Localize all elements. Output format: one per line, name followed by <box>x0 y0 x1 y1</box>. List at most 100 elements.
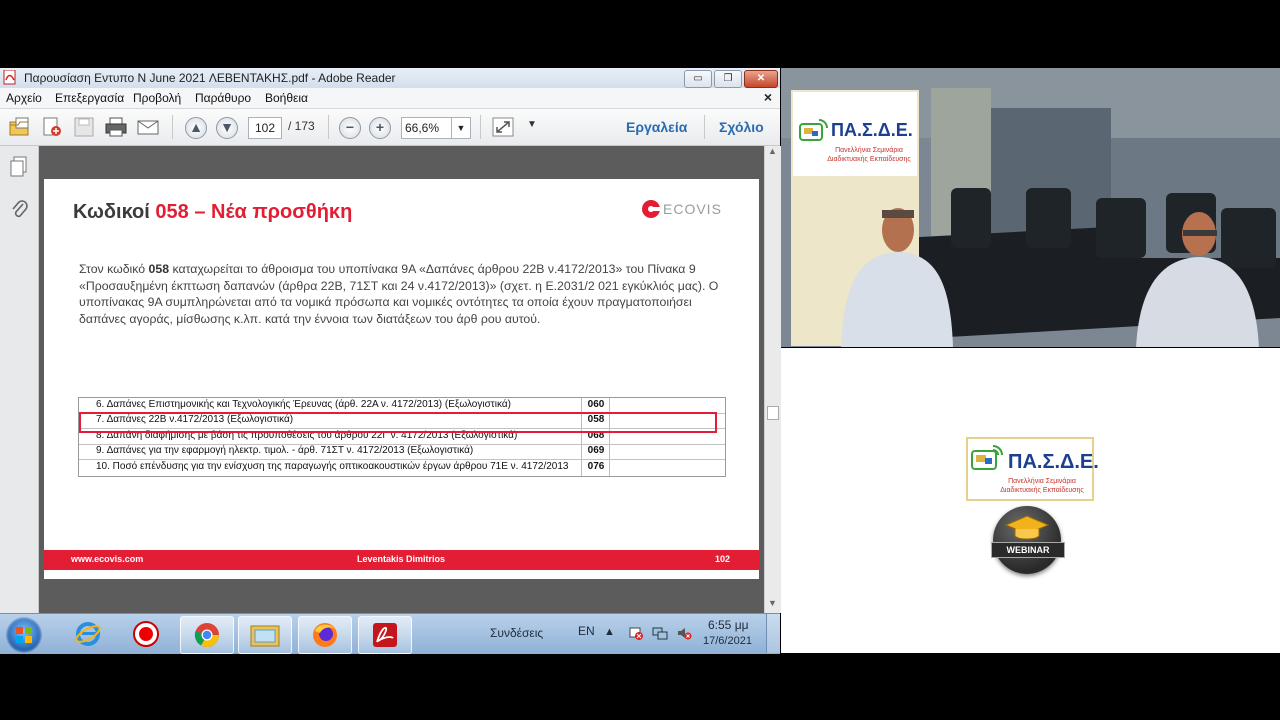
slide-title: Κωδικοί 058 – Νέα προσθήκη <box>73 201 352 224</box>
pdf-file-icon <box>3 70 16 85</box>
tools-link[interactable]: Εργαλεία <box>626 119 687 135</box>
graduation-cap-icon <box>1005 515 1049 540</box>
pasde-subtitle-line2: Διαδικτυακής Εκπαίδευσης <box>827 156 911 163</box>
open-folder-icon[interactable] <box>8 116 32 138</box>
table-divider <box>609 398 610 476</box>
fit-page-icon[interactable] <box>491 116 515 138</box>
toolbar-separator <box>172 115 173 139</box>
ie-glyph <box>75 622 101 646</box>
toolbar-separator <box>704 115 705 139</box>
more-tools-icon[interactable]: ▼ <box>527 119 537 130</box>
menu-bar: Αρχείο Επεξεργασία Προβολή Παράθυρο Βοήθ… <box>0 88 780 109</box>
pages-panel-icon[interactable] <box>9 156 29 178</box>
branding-panel: ΠΑ.Σ.Δ.Ε. Πανελλήνια Σεμινάρια Διαδικτυα… <box>781 348 1280 653</box>
comment-link[interactable]: Σχόλιο <box>719 119 764 135</box>
network-icon[interactable] <box>652 625 668 641</box>
zoom-level-input[interactable]: 66,6% <box>401 117 452 139</box>
highlight-box <box>79 412 717 433</box>
tray-connections-label[interactable]: Συνδέσεις <box>490 626 543 640</box>
maximize-button[interactable]: ❐ <box>714 70 742 88</box>
window-title: Παρουσίαση Εντυπο Ν June 2021 ΛΕΒΕΝΤΑΚΗΣ… <box>24 71 396 85</box>
menu-view[interactable]: Προβολή <box>133 91 181 105</box>
paragraph-code: 058 <box>148 262 170 276</box>
attachments-icon[interactable] <box>9 198 29 220</box>
menu-file[interactable]: Αρχείο <box>6 91 42 105</box>
zoom-dropdown-icon[interactable]: ▼ <box>451 117 471 139</box>
paragraph-pre: Στον κωδικό <box>79 262 149 276</box>
row-label: 6. Δαπάνες Επιστημονικής και Τεχνολογική… <box>96 399 511 410</box>
toolbar-separator <box>328 115 329 139</box>
page-total: / 173 <box>288 119 315 133</box>
minimize-button[interactable]: ▭ <box>684 70 712 88</box>
webcam-video: ΠΑ.Σ.Δ.Ε. Πανελλήνια Σεμινάρια Διαδικτυα… <box>781 68 1280 347</box>
footer-website: www.ecovis.com <box>71 554 144 564</box>
file-explorer-icon[interactable] <box>238 616 292 654</box>
table-row: 10. Ποσό επένδυσης για την ενίσχυση της … <box>79 460 725 475</box>
navigation-sidepanel <box>0 146 39 613</box>
folder-glyph <box>250 625 280 647</box>
title-rest: – Νέα προσθήκη <box>188 201 353 223</box>
ecovis-logo-icon <box>642 200 661 218</box>
vertical-scrollbar[interactable]: ▲ ▼ <box>764 146 781 613</box>
language-indicator[interactable]: EN <box>578 624 595 638</box>
footer-page-number: 102 <box>715 554 731 564</box>
firefox-glyph <box>313 623 337 647</box>
title-code: 058 <box>155 201 189 223</box>
record-glyph <box>133 621 159 647</box>
pasde-subtitle-video: Πανελλήνια Σεμινάρια Διαδικτυακής Εκπαίδ… <box>819 146 919 164</box>
firefox-icon[interactable] <box>298 616 352 654</box>
action-center-icon[interactable] <box>628 625 644 641</box>
scroll-thumb[interactable] <box>767 406 779 420</box>
chrome-icon[interactable] <box>180 616 234 654</box>
pasde-subtitle: Πανελλήνια Σεμινάρια Διαδικτυακής Εκπαίδ… <box>992 477 1092 495</box>
close-document-icon[interactable]: × <box>764 89 772 105</box>
clock-date[interactable]: 17/6/2021 <box>703 635 752 647</box>
row-label: 10. Ποσό επένδυσης για την ενίσχυση της … <box>96 461 569 472</box>
conference-room-image <box>781 68 1280 347</box>
pasde-name: ΠΑ.Σ.Δ.Ε. <box>1008 451 1099 473</box>
chat-bubbles-icon <box>799 119 828 141</box>
menu-window[interactable]: Παράθυρο <box>195 91 251 105</box>
windows-logo-icon <box>16 627 32 643</box>
volume-muted-icon[interactable] <box>676 625 692 641</box>
page-number-input[interactable]: 102 <box>248 117 282 139</box>
zoom-in-icon[interactable]: + <box>369 117 391 139</box>
show-desktop-button[interactable] <box>766 614 780 653</box>
title-prefix: Κωδικοί <box>73 201 156 223</box>
zoom-out-icon[interactable]: − <box>339 117 361 139</box>
create-pdf-icon[interactable] <box>40 116 64 138</box>
pasde-subtitle-line2: Διαδικτυακής Εκπαίδευσης <box>1000 487 1084 494</box>
email-icon[interactable] <box>136 116 160 138</box>
pasde-subtitle-line1: Πανελλήνια Σεμινάρια <box>1008 478 1076 485</box>
row-code: 060 <box>587 399 605 410</box>
internet-explorer-icon[interactable] <box>62 616 114 652</box>
pasde-name-video: ΠΑ.Σ.Δ.Ε. <box>831 120 913 140</box>
row-code: 069 <box>587 445 605 456</box>
tray-expand-icon[interactable]: ▲ <box>604 626 615 638</box>
scroll-up-icon[interactable]: ▲ <box>768 146 777 156</box>
previous-page-icon[interactable]: ▲ <box>185 117 207 139</box>
table-divider <box>581 398 582 476</box>
title-bar: Παρουσίαση Εντυπο Ν June 2021 ΛΕΒΕΝΤΑΚΗΣ… <box>0 68 780 89</box>
pasde-logo-in-video: ΠΑ.Σ.Δ.Ε. Πανελλήνια Σεμινάρια Διαδικτυα… <box>797 112 917 172</box>
next-page-icon[interactable]: ▼ <box>216 117 238 139</box>
print-icon[interactable] <box>104 116 128 138</box>
scroll-down-icon[interactable]: ▼ <box>768 598 777 608</box>
chat-bubbles-icon <box>971 445 1003 470</box>
slide-paragraph: Στον κωδικό 058 καταχωρείται το άθροισμα… <box>79 261 729 327</box>
pasde-subtitle-line1: Πανελλήνια Σεμινάρια <box>835 147 903 154</box>
recorder-icon[interactable] <box>120 616 172 652</box>
menu-edit[interactable]: Επεξεργασία <box>55 91 124 105</box>
save-icon[interactable] <box>72 116 96 138</box>
close-button[interactable]: ✕ <box>744 70 778 88</box>
ecovis-brand: ECOVIS <box>663 201 722 217</box>
clock-time[interactable]: 6:55 μμ <box>708 618 749 632</box>
toolbar-separator <box>480 115 481 139</box>
adobe-reader-icon[interactable] <box>358 616 412 654</box>
start-orb[interactable] <box>6 617 42 653</box>
row-code: 076 <box>587 461 605 472</box>
slide-footer: www.ecovis.com Leventakis Dimitrios 102 <box>44 550 759 570</box>
table-row: 9. Δαπάνες για την εφαρμογή ηλεκτρ. τιμο… <box>79 444 725 460</box>
menu-help[interactable]: Βοήθεια <box>265 91 308 105</box>
webinar-label: WEBINAR <box>991 542 1065 558</box>
